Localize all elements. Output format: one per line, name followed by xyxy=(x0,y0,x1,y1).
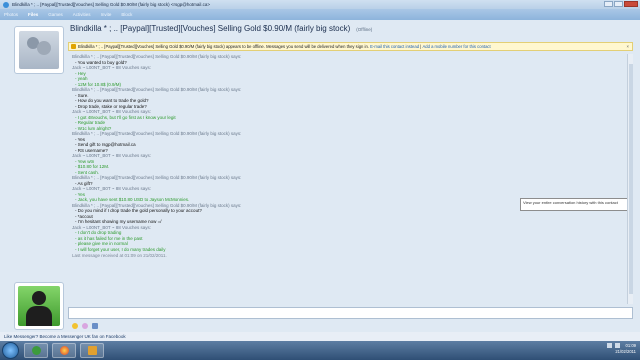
menu-item-activities[interactable]: Activities xyxy=(73,12,91,17)
email-contact-link[interactable]: E-mail this contact instead xyxy=(370,44,419,49)
menu-item-games[interactable]: Games xyxy=(48,12,63,17)
network-icon[interactable] xyxy=(607,343,612,348)
conversation-history[interactable]: Blindkilla * ; .. [Paypal][Trusted][Vouc… xyxy=(72,54,522,304)
window-title: Blindkilla * ; .. [Paypal][Trusted][Vouc… xyxy=(12,2,210,7)
add-mobile-link[interactable]: Add a mobile number for this contact xyxy=(422,44,490,49)
title-bar: Blindkilla * ; .. [Paypal][Trusted][Vouc… xyxy=(0,0,640,9)
taskbar-messenger[interactable] xyxy=(24,343,48,358)
my-avatar[interactable] xyxy=(14,282,64,330)
clock-date: 21/02/2011 xyxy=(615,349,636,354)
menu-item-files[interactable]: Files xyxy=(28,12,38,17)
scrollbar-thumb[interactable] xyxy=(629,64,633,294)
menu-item-block[interactable]: Block xyxy=(121,12,132,17)
taskbar-chrome[interactable] xyxy=(52,343,76,358)
emoticon-icon[interactable] xyxy=(72,323,78,329)
taskbar-folder[interactable] xyxy=(80,343,104,358)
warning-icon xyxy=(71,44,76,49)
ad-text[interactable]: Like Messenger? Become a Messenger UK fa… xyxy=(4,334,126,339)
messenger-icon xyxy=(3,1,9,8)
offline-message: Blindkilla * ; .. [Paypal][Trusted][Vouc… xyxy=(78,44,369,49)
chrome-icon xyxy=(59,346,69,355)
contact-name: Blindkilla * ; .. [Paypal][Trusted][Vouc… xyxy=(70,24,351,33)
compose-toolbar xyxy=(72,322,98,330)
contact-avatar-image xyxy=(19,31,59,69)
contact-avatar[interactable] xyxy=(14,26,64,74)
message-input[interactable] xyxy=(68,307,633,319)
taskbar: 01:09 21/02/2011 xyxy=(0,341,640,360)
wink-icon[interactable] xyxy=(82,323,88,329)
menu-item-invite[interactable]: Invite xyxy=(101,12,112,17)
menu-bar: Photos Files Games Activities Invite Blo… xyxy=(0,9,640,20)
contact-header: Blindkilla * ; .. [Paypal][Trusted][Vouc… xyxy=(70,24,630,38)
folder-icon xyxy=(87,346,97,355)
close-button[interactable] xyxy=(624,1,638,7)
close-infobar-icon[interactable]: × xyxy=(627,44,629,49)
history-tooltip: View your entire conversation history wi… xyxy=(520,198,633,211)
contact-status: (Offline) xyxy=(356,27,373,32)
my-avatar-image xyxy=(18,286,60,326)
messenger-taskbar-icon xyxy=(31,346,41,355)
conversation-scrollbar[interactable] xyxy=(627,54,633,304)
ad-bar: Like Messenger? Become a Messenger UK fa… xyxy=(0,332,640,341)
font-icon[interactable] xyxy=(92,323,98,329)
menu-item-photos[interactable]: Photos xyxy=(4,12,18,17)
message-line: - I will forget your user, I do many tra… xyxy=(75,246,166,252)
window-controls xyxy=(604,1,638,7)
maximize-button[interactable] xyxy=(614,1,623,7)
start-button[interactable] xyxy=(2,342,19,359)
clock[interactable]: 01:09 21/02/2011 xyxy=(615,343,636,355)
last-message-note: Last message received at 01:09 on 21/02/… xyxy=(72,253,167,258)
minimize-button[interactable] xyxy=(604,1,613,7)
offline-info-bar: Blindkilla * ; .. [Paypal][Trusted][Vouc… xyxy=(68,42,633,51)
